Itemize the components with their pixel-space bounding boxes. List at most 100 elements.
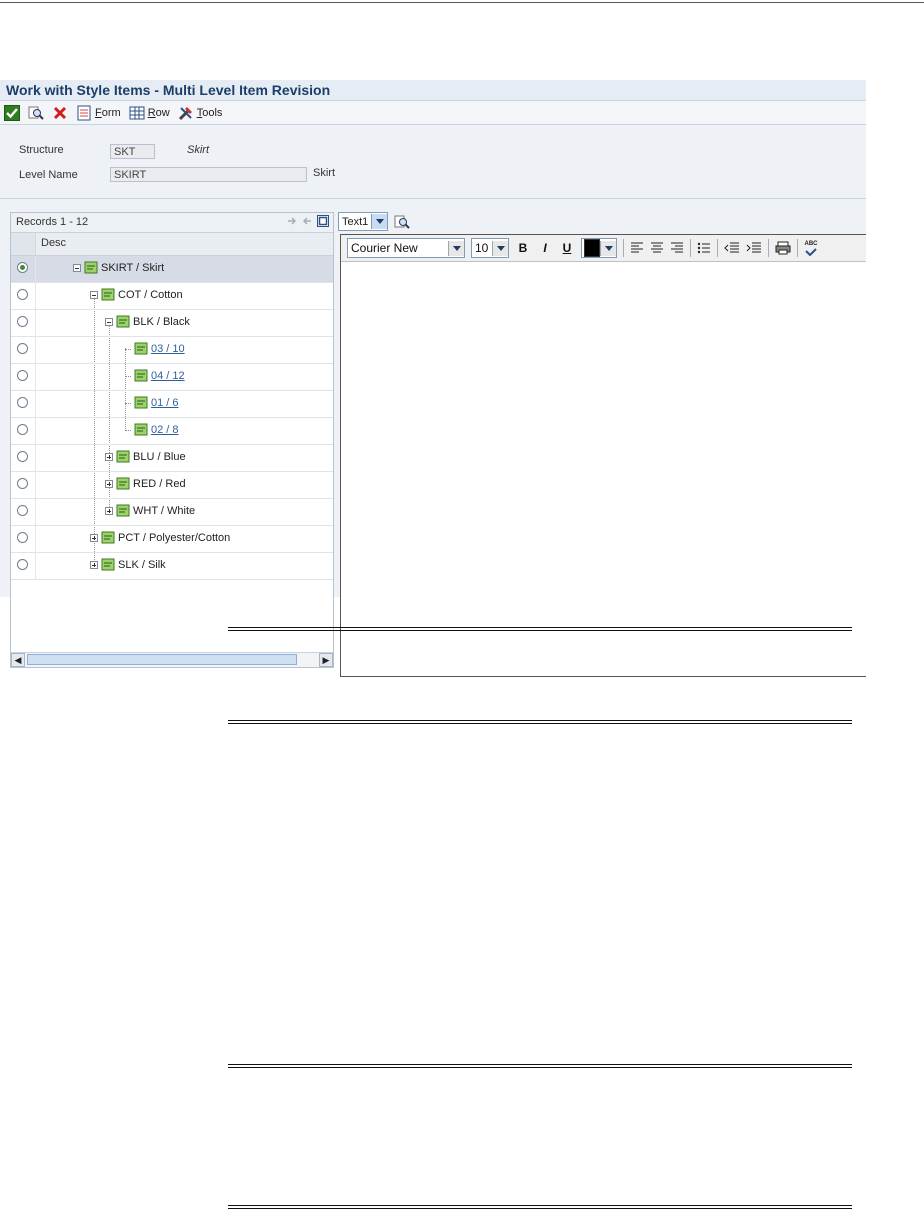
- table-row[interactable]: BLK / Black: [11, 310, 333, 337]
- tree-node-label: RED / Red: [133, 478, 186, 490]
- media-type-select[interactable]: Text1: [338, 212, 389, 231]
- row-radio[interactable]: [17, 316, 28, 327]
- expand-icon[interactable]: [90, 534, 98, 542]
- italic-button[interactable]: I: [537, 241, 553, 255]
- tree-node[interactable]: COT / Cotton: [90, 288, 183, 302]
- table-row[interactable]: PCT / Polyester/Cotton: [11, 526, 333, 553]
- tree-node-label: PCT / Polyester/Cotton: [118, 532, 231, 544]
- collapse-icon[interactable]: [73, 264, 81, 272]
- tree-node[interactable]: 03 / 10: [125, 342, 185, 356]
- row-radio[interactable]: [17, 451, 28, 462]
- cancel-button[interactable]: [50, 103, 70, 123]
- collapse-icon[interactable]: [105, 318, 113, 326]
- tree-node-link[interactable]: 02 / 8: [151, 424, 179, 436]
- table-row[interactable]: WHT / White: [11, 499, 333, 526]
- tree-node-label: BLU / Blue: [133, 451, 186, 463]
- document-rule: [228, 1064, 852, 1068]
- tree-node[interactable]: WHT / White: [105, 504, 195, 518]
- records-grid: Records 1 - 12 Desc SKIRT / Skirt COT / …: [10, 212, 334, 668]
- row-radio[interactable]: [17, 505, 28, 516]
- item-icon: [116, 315, 130, 328]
- expand-icon[interactable]: [90, 561, 98, 569]
- row-menu-button[interactable]: Row: [127, 103, 172, 123]
- tree-node-link[interactable]: 01 / 6: [151, 397, 179, 409]
- decrease-indent-icon[interactable]: [724, 241, 740, 255]
- scroll-right-icon[interactable]: ▶: [319, 653, 333, 667]
- chevron-down-icon[interactable]: [371, 214, 388, 229]
- tree-node[interactable]: SKIRT / Skirt: [73, 261, 164, 275]
- form-icon: [77, 105, 91, 120]
- tree-node-link[interactable]: 04 / 12: [151, 370, 185, 382]
- table-row[interactable]: 01 / 6: [11, 391, 333, 418]
- row-radio[interactable]: [17, 478, 28, 489]
- document-rule: [228, 720, 852, 724]
- grid-caption-bar: Records 1 - 12: [11, 213, 333, 233]
- close-x-icon: [53, 106, 67, 119]
- form-menu-button[interactable]: Form: [74, 103, 123, 123]
- ok-button[interactable]: [2, 103, 22, 123]
- align-left-icon[interactable]: [630, 241, 644, 255]
- row-radio[interactable]: [17, 289, 28, 300]
- font-size-select[interactable]: 10: [471, 238, 509, 258]
- row-radio[interactable]: [17, 370, 28, 381]
- scroll-thumb[interactable]: [27, 654, 297, 665]
- spellcheck-button[interactable]: ABC: [804, 241, 818, 256]
- next-arrow-icon[interactable]: [287, 216, 297, 226]
- row-radio[interactable]: [17, 262, 28, 273]
- align-center-icon[interactable]: [650, 241, 664, 255]
- table-row[interactable]: SKIRT / Skirt: [11, 256, 333, 283]
- tree-node[interactable]: 02 / 8: [125, 423, 179, 437]
- row-radio[interactable]: [17, 424, 28, 435]
- desc-column-header[interactable]: Desc: [41, 237, 66, 249]
- chevron-down-icon[interactable]: [600, 240, 616, 256]
- bullet-list-icon[interactable]: [697, 241, 711, 255]
- tree-node[interactable]: SLK / Silk: [90, 558, 166, 572]
- tree-node[interactable]: 01 / 6: [125, 396, 179, 410]
- table-row[interactable]: SLK / Silk: [11, 553, 333, 580]
- tree-node[interactable]: 04 / 12: [125, 369, 185, 383]
- table-row[interactable]: BLU / Blue: [11, 445, 333, 472]
- font-color-select[interactable]: [581, 238, 617, 258]
- form-menu-label: Form: [95, 106, 121, 119]
- chevron-down-icon[interactable]: [492, 240, 508, 256]
- maximize-grid-icon[interactable]: [317, 215, 329, 227]
- tree-node-label: SLK / Silk: [118, 559, 166, 571]
- structure-field[interactable]: SKT: [110, 144, 155, 159]
- table-row[interactable]: RED / Red: [11, 472, 333, 499]
- table-row[interactable]: 04 / 12: [11, 364, 333, 391]
- scroll-left-icon[interactable]: ◀: [11, 653, 25, 667]
- expand-icon[interactable]: [105, 480, 113, 488]
- chevron-down-icon[interactable]: [448, 240, 464, 256]
- find-magnifier-icon[interactable]: [394, 214, 411, 230]
- bold-button[interactable]: B: [515, 241, 531, 255]
- tree-node[interactable]: RED / Red: [105, 477, 186, 491]
- text-editor[interactable]: Courier New 10 B I U ABC: [340, 234, 866, 677]
- row-grid-icon: [129, 106, 145, 119]
- horizontal-scrollbar[interactable]: ◀ ▶: [11, 652, 333, 667]
- tree-node-label: COT / Cotton: [118, 289, 183, 301]
- find-button[interactable]: [26, 103, 46, 123]
- align-right-icon[interactable]: [670, 241, 684, 255]
- table-row[interactable]: COT / Cotton: [11, 283, 333, 310]
- table-row[interactable]: 03 / 10: [11, 337, 333, 364]
- underline-button[interactable]: U: [559, 241, 575, 255]
- expand-icon[interactable]: [105, 453, 113, 461]
- increase-indent-icon[interactable]: [746, 241, 762, 255]
- print-icon[interactable]: [775, 241, 791, 255]
- tools-menu-button[interactable]: Tools: [176, 103, 225, 123]
- collapse-icon[interactable]: [90, 291, 98, 299]
- row-radio[interactable]: [17, 532, 28, 543]
- row-radio[interactable]: [17, 343, 28, 354]
- expand-icon[interactable]: [105, 507, 113, 515]
- tree-node[interactable]: BLU / Blue: [105, 450, 186, 464]
- previous-arrow-icon[interactable]: [302, 216, 312, 226]
- tree-node[interactable]: PCT / Polyester/Cotton: [90, 531, 230, 545]
- item-icon: [101, 558, 115, 571]
- level-name-field[interactable]: SKIRT: [110, 167, 307, 182]
- row-radio[interactable]: [17, 559, 28, 570]
- tree-node[interactable]: BLK / Black: [105, 315, 190, 329]
- row-radio[interactable]: [17, 397, 28, 408]
- table-row[interactable]: 02 / 8: [11, 418, 333, 445]
- tree-node-link[interactable]: 03 / 10: [151, 343, 185, 355]
- font-name-select[interactable]: Courier New: [347, 238, 465, 258]
